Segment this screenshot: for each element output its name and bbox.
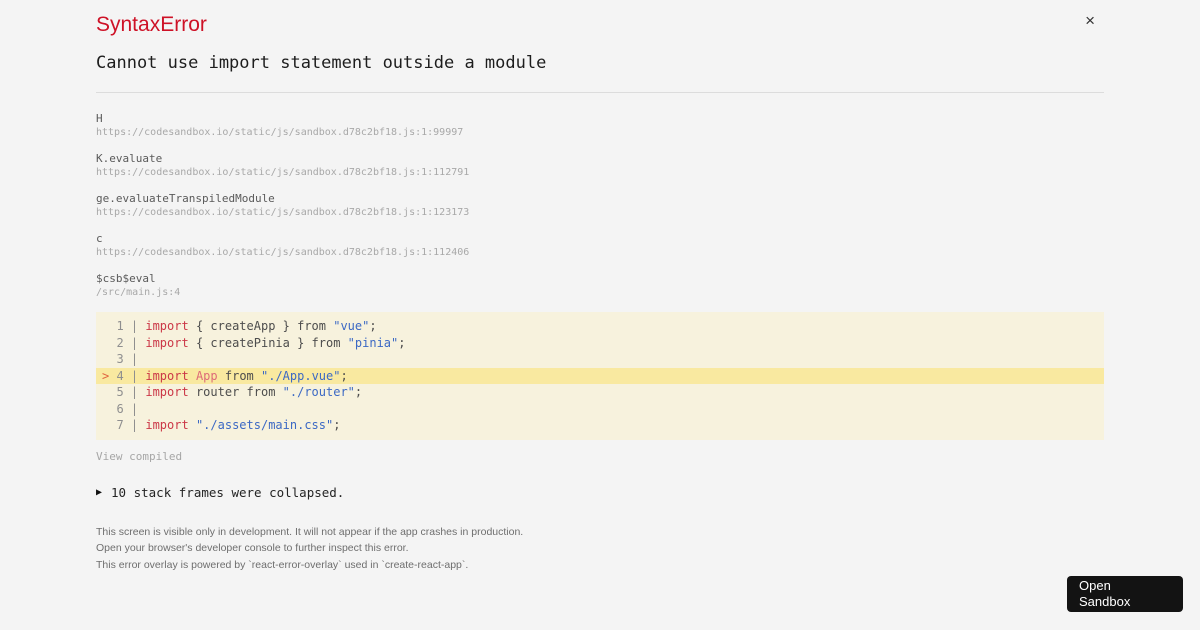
- code-line: 1 | import { createApp } from "vue";: [109, 319, 377, 334]
- error-overlay: × SyntaxError Cannot use import statemen…: [0, 0, 1200, 630]
- stack-frame-location: https://codesandbox.io/static/js/sandbox…: [96, 247, 470, 259]
- code-line: 6 |: [109, 401, 146, 416]
- code-frame: 1 | import { createApp } from "vue"; 2 |…: [96, 312, 1104, 440]
- stack-frame-location: https://codesandbox.io/static/js/sandbox…: [96, 207, 470, 219]
- stack-frame-list: Hhttps://codesandbox.io/static/js/sandbo…: [96, 112, 1104, 300]
- footer-notes: This screen is visible only in developme…: [96, 524, 1104, 574]
- stack-frame: ge.evaluateTranspiledModule https://codes…: [96, 192, 1104, 220]
- code-line: 5 | import router from "./router";: [109, 385, 363, 400]
- code-line: 3 |: [109, 352, 146, 367]
- close-icon[interactable]: ×: [1085, 12, 1095, 29]
- error-message: Cannot use import statement outside a mo…: [96, 53, 547, 74]
- footer-note: Open your browser's developer console to…: [96, 542, 409, 555]
- code-line: 2 | import { createPinia } from "pinia";: [109, 335, 406, 350]
- open-sandbox-button[interactable]: Open Sandbox: [1067, 576, 1183, 612]
- stack-frame: K.evaluate https://codesandbox.io/static/…: [96, 152, 1104, 180]
- stack-frame: Hhttps://codesandbox.io/static/js/sandbo…: [96, 112, 1104, 140]
- collapsed-frames-toggle[interactable]: ▶ 10 stack frames were collapsed.: [96, 485, 1104, 500]
- stack-frame: c https://codesandbox.io/static/js/sandbo…: [96, 232, 1104, 260]
- stack-frame-function: K.evaluate: [96, 152, 163, 166]
- collapsed-frames-label: 10 stack frames were collapsed.: [111, 484, 345, 500]
- stack-frame-location: /src/main.js:4: [96, 287, 181, 299]
- stack-frame-location: https://codesandbox.io/static/js/sandbox…: [96, 167, 470, 179]
- view-compiled-link[interactable]: View compiled: [96, 450, 182, 464]
- divider: [96, 92, 1104, 94]
- code-line-marked: > 4 | import App from "./App.vue";: [96, 367, 1104, 385]
- open-sandbox-label: Open Sandbox: [1079, 578, 1131, 609]
- stack-frame: $csb$eval/src/main.js:4: [96, 272, 1104, 300]
- stack-frame-function: c: [96, 232, 103, 246]
- expand-triangle-icon: ▶: [96, 486, 103, 498]
- error-title: SyntaxError: [96, 13, 207, 36]
- stack-frame-function: $csb$eval: [96, 272, 156, 286]
- code-line: 7 | import "./assets/main.css";: [109, 418, 341, 433]
- footer-note: This screen is visible only in developme…: [96, 525, 524, 538]
- footer-note: This error overlay is powered by `react-…: [96, 558, 469, 571]
- stack-frame-location: https://codesandbox.io/static/js/sandbox…: [96, 127, 464, 139]
- stack-frame-function: H: [96, 112, 103, 126]
- stack-frame-function: ge.evaluateTranspiledModule: [96, 192, 275, 206]
